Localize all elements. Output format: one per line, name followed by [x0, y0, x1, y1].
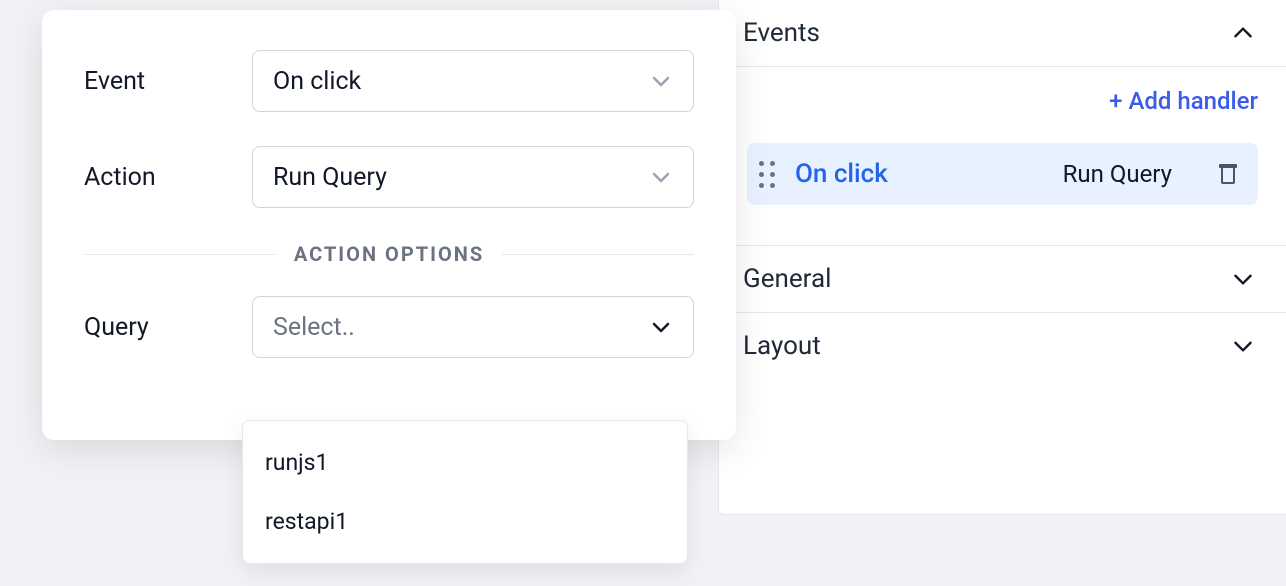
layout-title: Layout: [743, 331, 821, 361]
general-section-header[interactable]: General: [719, 246, 1286, 313]
add-handler-row: + Add handler: [747, 87, 1258, 115]
chevron-down-icon: [649, 165, 673, 189]
add-handler-button[interactable]: + Add handler: [1109, 87, 1258, 115]
event-row: Event On click: [84, 50, 694, 112]
action-row: Action Run Query: [84, 146, 694, 208]
drag-handle-icon[interactable]: [759, 161, 775, 188]
general-title: General: [743, 264, 831, 294]
chevron-down-icon: [1230, 333, 1256, 359]
chevron-down-icon: [649, 69, 673, 93]
handler-event-name: On click: [795, 159, 888, 189]
query-select[interactable]: Select..: [252, 296, 694, 358]
action-select[interactable]: Run Query: [252, 146, 694, 208]
query-option-runjs1[interactable]: runjs1: [243, 433, 687, 492]
layout-section-header[interactable]: Layout: [719, 313, 1286, 379]
chevron-down-icon: [649, 315, 673, 339]
query-option-restapi1[interactable]: restapi1: [243, 492, 687, 551]
action-options-divider: ACTION OPTIONS: [84, 242, 694, 266]
divider-label: ACTION OPTIONS: [294, 242, 484, 266]
event-select-value: On click: [273, 67, 361, 96]
inspector-panel: Events + Add handler On click Run Query …: [718, 0, 1286, 515]
query-row: Query Select..: [84, 296, 694, 358]
chevron-down-icon: [1230, 266, 1256, 292]
handler-action-name: Run Query: [1063, 160, 1172, 188]
event-handler-popover: Event On click Action Run Query ACTION O…: [42, 10, 736, 440]
events-section-header[interactable]: Events: [719, 0, 1286, 67]
query-dropdown-menu: runjs1 restapi1: [242, 420, 688, 564]
chevron-up-icon: [1230, 20, 1256, 46]
event-select[interactable]: On click: [252, 50, 694, 112]
query-select-placeholder: Select..: [273, 313, 355, 342]
events-title: Events: [743, 18, 820, 48]
action-select-value: Run Query: [273, 163, 387, 192]
query-label: Query: [84, 313, 252, 342]
event-label: Event: [84, 67, 252, 96]
events-section-body: + Add handler On click Run Query: [719, 67, 1286, 246]
event-handler-card[interactable]: On click Run Query: [747, 143, 1258, 205]
action-label: Action: [84, 163, 252, 192]
trash-icon[interactable]: [1216, 161, 1240, 187]
